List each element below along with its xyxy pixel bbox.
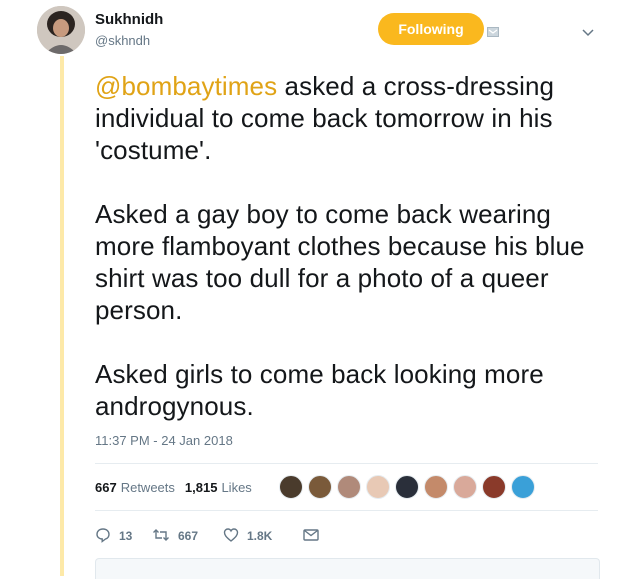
likes-count[interactable]: 1,815	[185, 480, 218, 495]
tweet-actions: 13 667 1.8K	[95, 524, 327, 548]
retweet-button[interactable]: 667	[152, 527, 223, 546]
direct-message-button[interactable]	[303, 528, 327, 545]
liker-avatar[interactable]	[337, 475, 361, 499]
chevron-down-icon[interactable]	[582, 24, 594, 37]
liker-avatar[interactable]	[279, 475, 303, 499]
tweet-timestamp[interactable]: 11:37 PM - 24 Jan 2018	[95, 433, 233, 448]
like-count: 1.8K	[247, 529, 273, 543]
heart-icon	[223, 527, 247, 546]
mention-link[interactable]: @bombaytimes	[95, 71, 277, 101]
retweets-label[interactable]: Retweets	[121, 480, 175, 495]
liker-avatar[interactable]	[308, 475, 332, 499]
liker-avatar[interactable]	[366, 475, 390, 499]
retweets-count[interactable]: 667	[95, 480, 117, 495]
likes-label[interactable]: Likes	[221, 480, 251, 495]
liker-avatar[interactable]	[453, 475, 477, 499]
reply-icon	[95, 527, 119, 546]
tweet-paragraph-2: Asked a gay boy to come back wearing mor…	[95, 199, 585, 325]
reply-count: 13	[119, 529, 133, 543]
reply-box[interactable]	[95, 558, 600, 579]
tweet-stats: 667 Retweets 1,815 Likes	[95, 472, 252, 502]
muted-icon	[487, 24, 499, 37]
liker-avatars	[279, 473, 540, 501]
avatar[interactable]	[37, 6, 85, 54]
divider-bottom	[95, 510, 598, 511]
tweet-paragraph-3: Asked girls to come back looking more an…	[95, 359, 544, 421]
retweet-icon	[152, 527, 178, 546]
liker-avatar[interactable]	[424, 475, 448, 499]
thread-line	[60, 56, 64, 576]
display-name[interactable]: Sukhnidh	[95, 11, 163, 28]
liker-avatar[interactable]	[511, 475, 535, 499]
reply-button[interactable]: 13	[95, 527, 152, 546]
envelope-icon	[303, 528, 327, 545]
divider-top	[95, 463, 598, 464]
like-button[interactable]: 1.8K	[223, 527, 303, 546]
liker-avatar[interactable]	[395, 475, 419, 499]
following-button[interactable]: Following	[378, 13, 484, 45]
liker-avatar[interactable]	[482, 475, 506, 499]
tweet-text: @bombaytimes asked a cross-dressing indi…	[95, 70, 605, 422]
tweet-paragraph-1: @bombaytimes asked a cross-dressing indi…	[95, 70, 605, 166]
retweet-count: 667	[178, 529, 199, 543]
user-handle[interactable]: @skhndh	[95, 33, 150, 48]
